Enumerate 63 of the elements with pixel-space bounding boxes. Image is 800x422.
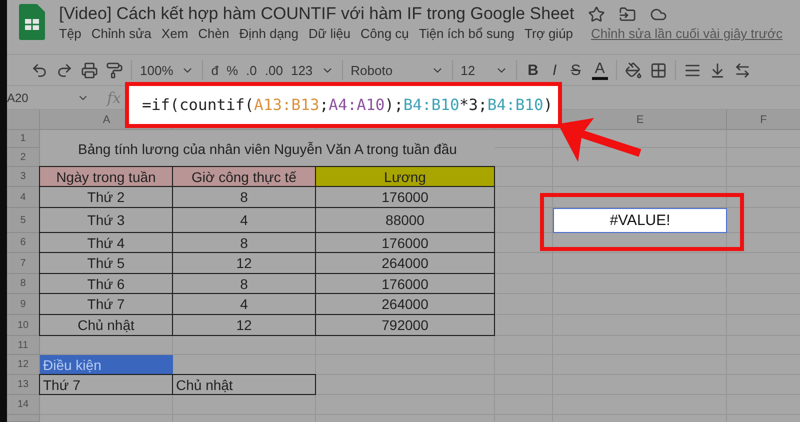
menu-item[interactable]: Xem [161, 26, 188, 41]
row-number[interactable]: 6 [7, 233, 40, 253]
text-style-button[interactable]: S [568, 62, 584, 78]
fill-color-icon[interactable] [624, 62, 642, 78]
row-number[interactable]: 8 [7, 274, 40, 294]
row-number[interactable]: 11 [7, 336, 40, 355]
sheet-title: Bảng tính lương của nhân viên Nguyễn Văn A trong tuần đầu [40, 130, 495, 167]
column-header[interactable]: A [102, 114, 110, 126]
undo-icon[interactable] [31, 62, 48, 78]
menu-item[interactable]: Định dạng [239, 26, 299, 41]
star-icon[interactable] [588, 6, 606, 22]
result-cell[interactable]: #VALUE! [553, 208, 727, 233]
row-header-strip [7, 415, 40, 422]
table-cell: Lương [315, 166, 495, 187]
column-header[interactable]: F [760, 114, 767, 126]
row-number[interactable]: 5 [7, 208, 40, 233]
menu-item[interactable]: Chỉnh sửa [91, 26, 152, 41]
label-cell: Điều kiện [40, 355, 173, 375]
borders-icon[interactable] [650, 62, 667, 78]
number-format-button[interactable]: .0 [246, 62, 257, 78]
number-format-button[interactable]: 123 [290, 62, 313, 78]
zoom-dropdown[interactable]: 100% [140, 62, 174, 78]
menu-item[interactable]: Chèn [198, 26, 230, 41]
name-box[interactable]: A20 [7, 90, 77, 104]
number-format-button[interactable]: % [226, 62, 238, 78]
text-direction-icon[interactable] [734, 62, 751, 78]
menu-item[interactable]: Công cụ [360, 26, 409, 41]
folder-icon[interactable] [619, 6, 636, 22]
redo-icon[interactable] [56, 62, 73, 78]
row-number[interactable]: 10 [7, 315, 40, 336]
menu-item[interactable]: Trợ giúp [524, 26, 574, 41]
text-style-button[interactable]: B [524, 62, 542, 78]
table-cell: Chủ nhật [172, 374, 316, 395]
text-style-button[interactable]: I [550, 62, 560, 78]
row-number[interactable]: 3 [7, 167, 40, 187]
row-number[interactable]: 2 [7, 148, 40, 167]
row-number[interactable]: 9 [7, 294, 40, 315]
table-cell: Chủ nhật [39, 314, 173, 336]
paint-format-icon[interactable] [106, 62, 123, 78]
print-icon[interactable] [81, 62, 98, 78]
row-number[interactable]: 7 [7, 253, 40, 274]
font-size-dropdown[interactable]: 12 [460, 62, 487, 78]
spreadsheet-logo-icon[interactable] [19, 4, 45, 40]
text-style-button[interactable]: A [592, 60, 608, 80]
row-number[interactable]: 4 [7, 187, 40, 208]
table-cell: Ngày trong tuần [39, 166, 173, 187]
number-format-button[interactable]: đ [211, 62, 218, 78]
menu-item[interactable]: Tiện ích bổ sung [418, 26, 515, 41]
table-cell: Giờ công thực tế [172, 166, 316, 187]
row-number[interactable]: 1 [7, 130, 40, 148]
menu-item[interactable]: Tệp [59, 26, 82, 41]
formula-text: =if(countif(A13:B13;A4:A10);B4:B10*3;B4:B10) [142, 96, 553, 114]
number-format-button[interactable]: .00 [264, 62, 283, 78]
column-header[interactable]: E [636, 114, 644, 126]
row-number[interactable]: 14 [7, 395, 40, 415]
font-dropdown[interactable]: Roboto [350, 62, 423, 78]
table-cell: Thứ 7 [39, 374, 173, 395]
row-number[interactable]: 12 [7, 355, 40, 375]
table-cell: 792000 [315, 314, 495, 336]
last-edit-link[interactable]: Chỉnh sửa lần cuối vài giây trước [591, 26, 782, 41]
menu-item[interactable]: Dữ liệu [308, 26, 350, 41]
row-number[interactable]: 13 [7, 375, 40, 395]
document-title[interactable]: [Video] Cách kết hợp hàm COUNTIF với hàm IF trong Google Sheet [59, 4, 574, 24]
